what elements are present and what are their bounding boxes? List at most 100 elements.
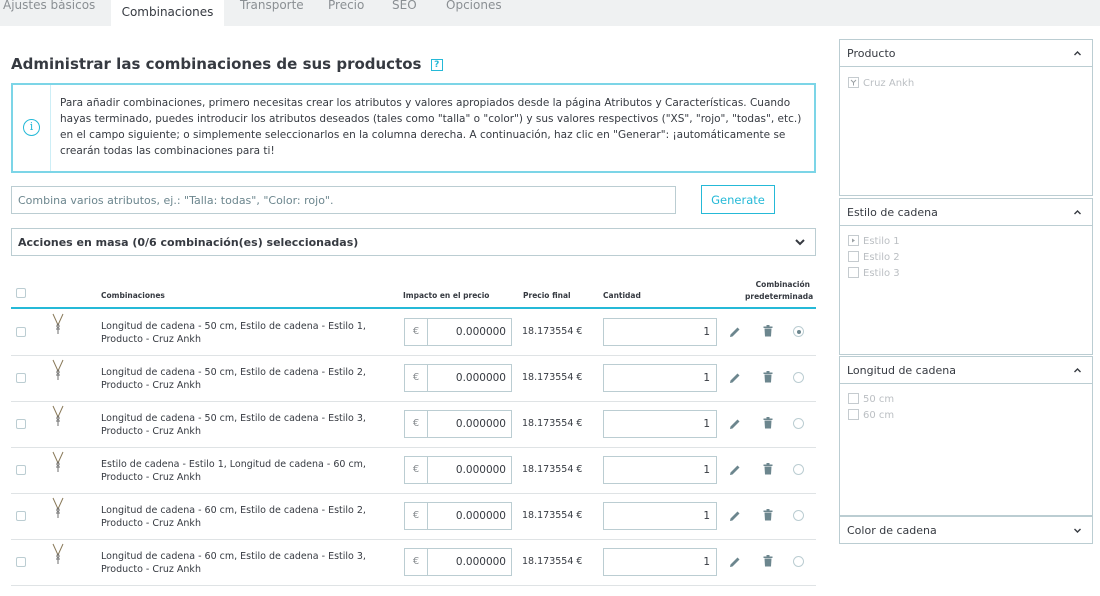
attribute-option[interactable]: Estilo 2	[848, 251, 900, 263]
attribute-option[interactable]: Cruz Ankh	[848, 77, 914, 89]
tab-shipping[interactable]: Transporte	[240, 0, 304, 26]
attribute-option[interactable]: 50 cm	[848, 393, 894, 405]
tab-price[interactable]: Precio	[328, 0, 364, 26]
panel-title: Longitud de cadena	[847, 364, 956, 377]
price-impact-value: 0.000000	[455, 418, 506, 430]
panel-header-chain-length[interactable]: Longitud de cadena	[840, 357, 1092, 384]
currency-symbol: €	[405, 457, 428, 483]
checkbox-icon	[848, 251, 859, 262]
price-impact-value: 0.000000	[455, 372, 506, 384]
chevron-down-icon[interactable]	[1073, 526, 1082, 535]
attribute-option-label: Estilo 2	[863, 252, 900, 263]
edit-icon[interactable]	[729, 372, 741, 384]
trash-icon[interactable]	[763, 417, 773, 429]
column-header-default-line2: predeterminada	[745, 292, 814, 301]
currency-symbol: €	[405, 319, 428, 345]
trash-icon[interactable]	[763, 509, 773, 521]
combination-name[interactable]: Longitud de cadena - 50 cm, Estilo de ca…	[101, 366, 376, 392]
panel-header-chain-color[interactable]: Color de cadena	[840, 517, 1092, 544]
tab-bar: Ajustes básicos Combinaciones Transporte…	[0, 0, 1100, 27]
attribute-option[interactable]: Estilo 1	[848, 235, 900, 247]
bulk-actions-bar[interactable]: Acciones en masa (0/6 combinación(es) se…	[11, 228, 816, 256]
quantity-input[interactable]: 1	[603, 502, 717, 530]
quantity-input[interactable]: 1	[603, 318, 717, 346]
page-title: Administrar las combinaciones de sus pro…	[11, 55, 443, 73]
row-checkbox[interactable]	[16, 373, 26, 383]
alert-text: Para añadir combinaciones, primero neces…	[60, 97, 802, 157]
attribute-option[interactable]: 60 cm	[848, 409, 894, 421]
edit-icon[interactable]	[729, 326, 741, 338]
price-impact-input[interactable]: €0.000000	[404, 548, 512, 576]
price-impact-input[interactable]: €0.000000	[404, 456, 512, 484]
quantity-input[interactable]: 1	[603, 410, 717, 438]
price-impact-value: 0.000000	[455, 464, 506, 476]
chevron-up-icon[interactable]	[1073, 366, 1082, 375]
edit-icon[interactable]	[729, 418, 741, 430]
price-impact-input[interactable]: €0.000000	[404, 364, 512, 392]
edit-icon[interactable]	[729, 464, 741, 476]
attribute-option[interactable]: Estilo 3	[848, 267, 900, 279]
price-impact-value: 0.000000	[455, 510, 506, 522]
chevron-down-icon[interactable]	[793, 235, 807, 249]
table-row: Longitud de cadena - 60 cm, Estilo de ca…	[11, 494, 816, 540]
attributes-input[interactable]	[11, 186, 676, 214]
trash-icon[interactable]	[763, 325, 773, 337]
alert-icon-column: i	[13, 85, 51, 171]
attribute-option-label: 60 cm	[863, 410, 895, 421]
quantity-input[interactable]: 1	[603, 364, 717, 392]
column-header-default-line1: Combinación	[755, 280, 810, 289]
trash-icon[interactable]	[763, 371, 773, 383]
generate-button[interactable]: Generate	[701, 185, 775, 214]
default-combination-radio[interactable]	[793, 372, 804, 383]
trash-icon[interactable]	[763, 555, 773, 567]
table-row: Longitud de cadena - 50 cm, Estilo de ca…	[11, 310, 816, 356]
tab-options[interactable]: Opciones	[446, 0, 502, 26]
trash-icon[interactable]	[763, 463, 773, 475]
checkbox-icon	[848, 409, 859, 420]
quantity-input[interactable]: 1	[603, 548, 717, 576]
combination-name[interactable]: Longitud de cadena - 60 cm, Estilo de ca…	[101, 504, 376, 530]
chevron-up-icon[interactable]	[1073, 49, 1082, 58]
attribute-panel-product: Producto Cruz Ankh	[839, 39, 1093, 196]
panel-header-product[interactable]: Producto	[840, 40, 1092, 67]
combination-name[interactable]: Longitud de cadena - 50 cm, Estilo de ca…	[101, 320, 376, 346]
row-checkbox[interactable]	[16, 327, 26, 337]
panel-header-chain-style[interactable]: Estilo de cadena	[840, 199, 1092, 226]
panel-title: Estilo de cadena	[847, 206, 938, 219]
attribute-option-label: Estilo 1	[863, 236, 900, 247]
edit-icon[interactable]	[729, 556, 741, 568]
attribute-option-label: Cruz Ankh	[863, 78, 915, 89]
column-header-quantity: Cantidad	[603, 291, 641, 300]
row-checkbox[interactable]	[16, 511, 26, 521]
panel-title: Color de cadena	[847, 524, 937, 537]
default-combination-radio[interactable]	[793, 556, 804, 567]
edit-icon[interactable]	[729, 510, 741, 522]
chevron-up-icon[interactable]	[1073, 208, 1082, 217]
quantity-input[interactable]: 1	[603, 456, 717, 484]
price-impact-input[interactable]: €0.000000	[404, 502, 512, 530]
checkbox-checked-icon	[848, 235, 859, 246]
quantity-value: 1	[703, 556, 710, 568]
default-combination-radio[interactable]	[793, 464, 804, 475]
info-icon: i	[23, 119, 40, 136]
select-all-checkbox[interactable]	[16, 288, 26, 298]
quantity-value: 1	[703, 510, 710, 522]
final-price: 18.173554 €	[522, 372, 583, 383]
row-checkbox[interactable]	[16, 419, 26, 429]
row-checkbox[interactable]	[16, 465, 26, 475]
tab-basic-settings[interactable]: Ajustes básicos	[3, 0, 95, 26]
combination-name[interactable]: Longitud de cadena - 60 cm, Estilo de ca…	[101, 550, 376, 576]
price-impact-input[interactable]: €0.000000	[404, 410, 512, 438]
help-icon[interactable]: ?	[430, 58, 443, 71]
combination-name[interactable]: Estilo de cadena - Estilo 1, Longitud de…	[101, 458, 376, 484]
row-checkbox[interactable]	[16, 557, 26, 567]
default-combination-radio[interactable]	[793, 510, 804, 521]
default-combination-radio[interactable]	[793, 326, 804, 337]
tab-combinations[interactable]: Combinaciones	[111, 0, 224, 27]
price-impact-input[interactable]: €0.000000	[404, 318, 512, 346]
tab-seo[interactable]: SEO	[392, 0, 417, 26]
table-row: Longitud de cadena - 50 cm, Estilo de ca…	[11, 356, 816, 402]
combination-name[interactable]: Longitud de cadena - 50 cm, Estilo de ca…	[101, 412, 376, 438]
currency-symbol: €	[405, 411, 428, 437]
default-combination-radio[interactable]	[793, 418, 804, 429]
